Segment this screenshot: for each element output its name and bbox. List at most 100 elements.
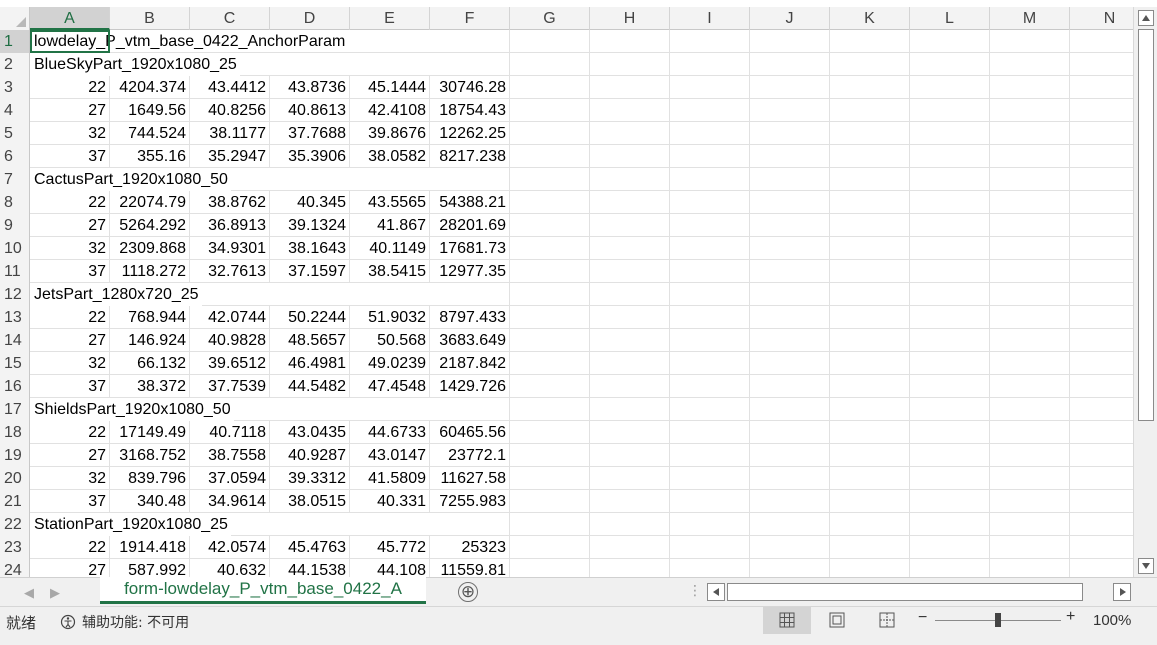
cell-j1[interactable]: [750, 30, 830, 53]
cell-g21[interactable]: [510, 490, 590, 513]
cell-g20[interactable]: [510, 467, 590, 490]
cell-j11[interactable]: [750, 260, 830, 283]
cell-m16[interactable]: [990, 375, 1070, 398]
cell-e4[interactable]: 42.4108: [350, 99, 430, 122]
row-header[interactable]: 5: [0, 122, 30, 145]
row-header[interactable]: 13: [0, 306, 30, 329]
cell-g16[interactable]: [510, 375, 590, 398]
cell-l21[interactable]: [910, 490, 990, 513]
cell-h8[interactable]: [590, 191, 670, 214]
cell-b11[interactable]: 1118.272: [110, 260, 190, 283]
cell-e7[interactable]: [350, 168, 430, 191]
cell-e23[interactable]: 45.772: [350, 536, 430, 559]
cell-h16[interactable]: [590, 375, 670, 398]
cell-a1[interactable]: lowdelay_P_vtm_base_0422_AnchorParam: [30, 30, 345, 53]
cell-g13[interactable]: [510, 306, 590, 329]
cell-l18[interactable]: [910, 421, 990, 444]
cell-i18[interactable]: [670, 421, 750, 444]
cell-l11[interactable]: [910, 260, 990, 283]
page-layout-view-button[interactable]: [813, 607, 861, 634]
cell-e16[interactable]: 47.4548: [350, 375, 430, 398]
column-header-d[interactable]: D: [270, 7, 350, 30]
cell-m12[interactable]: [990, 283, 1070, 306]
cell-l15[interactable]: [910, 352, 990, 375]
row-header[interactable]: 8: [0, 191, 30, 214]
cell-i23[interactable]: [670, 536, 750, 559]
cell-i14[interactable]: [670, 329, 750, 352]
cell-m14[interactable]: [990, 329, 1070, 352]
cell-m8[interactable]: [990, 191, 1070, 214]
cell-a14[interactable]: 27: [30, 329, 110, 352]
cell-m4[interactable]: [990, 99, 1070, 122]
cell-i5[interactable]: [670, 122, 750, 145]
cell-e9[interactable]: 41.867: [350, 214, 430, 237]
cell-g19[interactable]: [510, 444, 590, 467]
cell-d17[interactable]: [270, 398, 350, 421]
cell-e8[interactable]: 43.5565: [350, 191, 430, 214]
cell-n12[interactable]: [1070, 283, 1133, 306]
cell-e11[interactable]: 38.5415: [350, 260, 430, 283]
cell-n10[interactable]: [1070, 237, 1133, 260]
cell-e21[interactable]: 40.331: [350, 490, 430, 513]
cell-k19[interactable]: [830, 444, 910, 467]
cell-n19[interactable]: [1070, 444, 1133, 467]
cell-f1[interactable]: [430, 30, 510, 53]
cell-m20[interactable]: [990, 467, 1070, 490]
cell-k5[interactable]: [830, 122, 910, 145]
cell-d2[interactable]: [270, 53, 350, 76]
cell-n16[interactable]: [1070, 375, 1133, 398]
cell-c19[interactable]: 38.7558: [190, 444, 270, 467]
cell-k9[interactable]: [830, 214, 910, 237]
cell-e13[interactable]: 51.9032: [350, 306, 430, 329]
cell-f12[interactable]: [430, 283, 510, 306]
cell-k22[interactable]: [830, 513, 910, 536]
cell-g22[interactable]: [510, 513, 590, 536]
cell-d20[interactable]: 39.3312: [270, 467, 350, 490]
cell-k16[interactable]: [830, 375, 910, 398]
row-header[interactable]: 20: [0, 467, 30, 490]
cell-d14[interactable]: 48.5657: [270, 329, 350, 352]
cell-c14[interactable]: 40.9828: [190, 329, 270, 352]
cell-b18[interactable]: 17149.49: [110, 421, 190, 444]
cell-c4[interactable]: 40.8256: [190, 99, 270, 122]
cell-d23[interactable]: 45.4763: [270, 536, 350, 559]
cell-h15[interactable]: [590, 352, 670, 375]
cell-j23[interactable]: [750, 536, 830, 559]
cell-m23[interactable]: [990, 536, 1070, 559]
cell-i11[interactable]: [670, 260, 750, 283]
row-header[interactable]: 9: [0, 214, 30, 237]
cell-m18[interactable]: [990, 421, 1070, 444]
cell-k15[interactable]: [830, 352, 910, 375]
cell-b20[interactable]: 839.796: [110, 467, 190, 490]
cell-f23[interactable]: 25323: [430, 536, 510, 559]
cell-j4[interactable]: [750, 99, 830, 122]
cell-g5[interactable]: [510, 122, 590, 145]
cell-e24[interactable]: 44.108: [350, 559, 430, 577]
cell-a6[interactable]: 37: [30, 145, 110, 168]
cell-j20[interactable]: [750, 467, 830, 490]
cell-h6[interactable]: [590, 145, 670, 168]
cell-b13[interactable]: 768.944: [110, 306, 190, 329]
cell-b24[interactable]: 587.992: [110, 559, 190, 577]
cell-n2[interactable]: [1070, 53, 1133, 76]
cell-j21[interactable]: [750, 490, 830, 513]
cell-l5[interactable]: [910, 122, 990, 145]
cell-i4[interactable]: [670, 99, 750, 122]
cell-f22[interactable]: [430, 513, 510, 536]
cell-m9[interactable]: [990, 214, 1070, 237]
cell-h7[interactable]: [590, 168, 670, 191]
cell-j9[interactable]: [750, 214, 830, 237]
zoom-in-button[interactable]: +: [1066, 608, 1075, 626]
cell-k10[interactable]: [830, 237, 910, 260]
cell-c3[interactable]: 43.4412: [190, 76, 270, 99]
cell-c6[interactable]: 35.2947: [190, 145, 270, 168]
cell-g10[interactable]: [510, 237, 590, 260]
cell-g12[interactable]: [510, 283, 590, 306]
cell-a17[interactable]: ShieldsPart_1920x1080_50: [30, 398, 234, 421]
cell-i22[interactable]: [670, 513, 750, 536]
zoom-slider-thumb[interactable]: [995, 613, 1001, 627]
cell-k8[interactable]: [830, 191, 910, 214]
cell-l17[interactable]: [910, 398, 990, 421]
column-header-b[interactable]: B: [110, 7, 190, 30]
cell-g14[interactable]: [510, 329, 590, 352]
